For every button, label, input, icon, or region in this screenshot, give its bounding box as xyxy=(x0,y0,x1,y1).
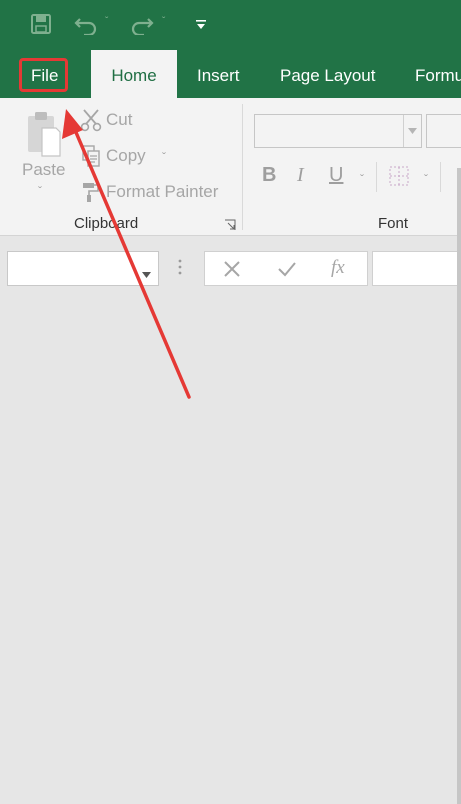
cancel-icon[interactable] xyxy=(223,260,241,283)
clipboard-icon xyxy=(26,110,62,158)
copy-button[interactable]: Copy ˇ xyxy=(78,142,178,170)
paintbrush-icon xyxy=(80,180,102,209)
paste-label: Paste xyxy=(22,160,66,179)
ribbon: Paste ˇ Cut Copy ˇ Format Painter Clipbo… xyxy=(0,98,461,236)
quick-access-toolbar: ˇ ˇ xyxy=(0,0,461,50)
undo-dropdown-icon[interactable]: ˇ xyxy=(105,16,108,27)
cut-label: Cut xyxy=(106,110,133,129)
formula-bar-grip-icon[interactable] xyxy=(178,258,182,281)
font-name-dropdown[interactable] xyxy=(254,114,422,148)
font-separator xyxy=(376,162,377,192)
copy-icon xyxy=(80,144,102,173)
redo-icon[interactable] xyxy=(126,10,158,38)
formula-input[interactable] xyxy=(372,251,461,286)
redo-dropdown-icon[interactable]: ˇ xyxy=(162,16,165,27)
font-separator-2 xyxy=(440,162,441,192)
font-name-arrow xyxy=(403,115,421,147)
dialog-launcher-icon[interactable] xyxy=(224,218,236,236)
format-painter-button[interactable]: Format Painter xyxy=(78,178,228,206)
workbook-area xyxy=(0,286,461,804)
name-box[interactable] xyxy=(7,251,159,286)
underline-button[interactable]: U xyxy=(329,164,343,187)
scissors-icon xyxy=(80,108,102,137)
file-tab-highlight xyxy=(19,58,68,92)
ribbon-tabs: File Home Insert Page Layout Formu xyxy=(0,50,461,98)
font-group-label: Font xyxy=(378,215,409,232)
font-size-dropdown[interactable] xyxy=(426,114,461,148)
clipboard-group-label: Clipboard xyxy=(74,215,139,232)
tab-formulas[interactable]: Formu xyxy=(415,50,461,98)
window-edge xyxy=(457,168,461,804)
bold-button[interactable]: B xyxy=(262,164,276,187)
underline-dropdown-icon[interactable]: ˇ xyxy=(360,172,364,186)
borders-icon[interactable] xyxy=(388,165,410,192)
italic-button[interactable]: I xyxy=(297,164,304,187)
format-painter-label: Format Painter xyxy=(106,182,219,201)
tab-home[interactable]: Home xyxy=(91,50,177,98)
insert-function-icon[interactable]: fx xyxy=(331,257,345,279)
tab-page-layout[interactable]: Page Layout xyxy=(280,50,375,98)
enter-icon[interactable] xyxy=(277,260,297,283)
formula-buttons: fx xyxy=(204,251,368,286)
borders-dropdown-icon[interactable]: ˇ xyxy=(424,172,428,186)
name-box-dropdown-icon[interactable] xyxy=(142,265,151,283)
paste-dropdown-icon[interactable]: ˇ xyxy=(38,184,42,198)
customize-qat-icon[interactable] xyxy=(193,17,209,33)
copy-dropdown-icon[interactable]: ˇ xyxy=(162,150,166,164)
group-separator xyxy=(242,104,243,230)
cut-button[interactable]: Cut xyxy=(78,106,158,134)
undo-icon[interactable] xyxy=(70,10,102,38)
tab-insert[interactable]: Insert xyxy=(197,50,240,98)
save-icon[interactable] xyxy=(27,10,55,38)
copy-label: Copy xyxy=(106,146,146,165)
paste-button[interactable]: Paste ˇ xyxy=(18,106,70,201)
